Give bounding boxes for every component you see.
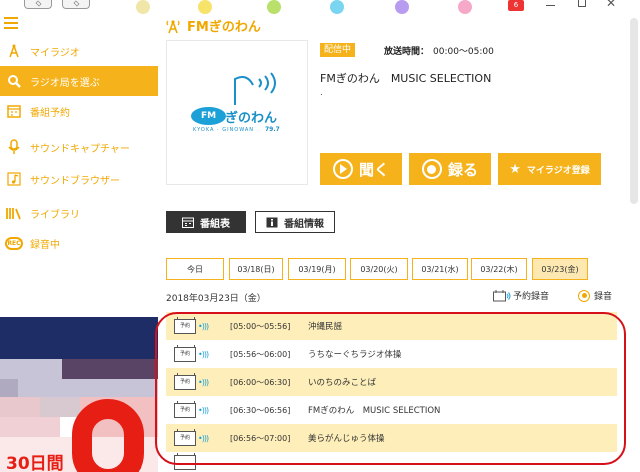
minimize-icon[interactable] — [546, 5, 555, 6]
maximize-icon[interactable] — [578, 0, 586, 7]
add-my-radio-label: マイラジオ登録 — [526, 165, 590, 176]
logo-subtext: KYOKA · GINOWAN — [193, 127, 255, 133]
date-tab-0319[interactable]: 03/19(月) — [288, 258, 346, 280]
color-dot-3[interactable] — [267, 0, 281, 14]
info-icon — [266, 217, 278, 227]
color-dot-6[interactable] — [458, 0, 472, 14]
music-note-icon — [234, 72, 276, 105]
reserve-icon — [493, 289, 511, 301]
record-label: 録る — [447, 160, 478, 179]
date-tab-0321[interactable]: 03/21(水) — [412, 258, 468, 280]
date-heading: 2018年03月23日（金） — [166, 294, 266, 304]
legend-record-label: 録音 — [594, 292, 613, 302]
close-icon[interactable]: ✕ — [606, 0, 616, 10]
sidebar-item-label: ライブラリ — [30, 209, 80, 221]
legend-record: 録音 — [578, 289, 612, 302]
sidebar-item-label: 録音中 — [30, 239, 60, 251]
ad-image — [0, 317, 158, 359]
current-program-description: . — [320, 88, 323, 98]
date-tab-0318[interactable]: 03/18(日) — [229, 258, 283, 280]
ad-yen-text: 円 — [128, 456, 142, 472]
selection-highlight — [155, 312, 626, 465]
notification-badge[interactable]: 6 — [508, 0, 524, 11]
library-icon — [0, 206, 28, 220]
sidebar-item-my-radio[interactable]: マイラジオ — [0, 36, 158, 66]
date-tab-today[interactable]: 今日 — [166, 258, 224, 280]
sidebar-item-label: マイラジオ — [30, 47, 80, 59]
station-header: FMぎのわん — [165, 16, 261, 35]
app-window: 6 ✕ マイラジオ ラジオ局を選ぶ 番組予約 サウンドキャプチャー サウンドブラ… — [0, 0, 640, 472]
back-icon — [35, 0, 42, 7]
sidebar-item-library[interactable]: ライブラリ — [0, 198, 158, 228]
live-badge: 配信中 — [320, 43, 356, 57]
sidebar-item-sound-capture[interactable]: サウンドキャプチャー — [0, 132, 158, 162]
play-icon — [332, 159, 353, 179]
microphone-icon — [0, 139, 28, 155]
date-tab-0320[interactable]: 03/20(火) — [350, 258, 408, 280]
tab-schedule-label: 番組表 — [200, 218, 230, 230]
listen-button[interactable]: 聞く — [320, 153, 402, 185]
tab-schedule[interactable]: 番組表 — [166, 211, 246, 233]
legend-reserve-label: 予約録音 — [513, 292, 550, 302]
date-tab-0322[interactable]: 03/22(木) — [471, 258, 527, 280]
back-button[interactable] — [24, 0, 52, 9]
logo-frequency: 79.7 — [265, 126, 280, 133]
antenna-icon — [166, 19, 180, 33]
tab-program-info[interactable]: 番組情報 — [255, 211, 335, 233]
record-button[interactable]: 録る — [409, 153, 491, 185]
station-name: FMぎのわん — [187, 20, 261, 35]
star-icon: ★ — [509, 161, 521, 177]
rec-icon: REC — [5, 236, 23, 250]
logo-text: ぎのわん — [225, 111, 278, 126]
title-bar: 6 ✕ — [0, 0, 640, 14]
color-dot-2[interactable] — [198, 0, 212, 14]
sidebar-item-label: ラジオ局を選ぶ — [30, 77, 100, 89]
calendar-icon — [0, 104, 28, 118]
scrollbar[interactable] — [628, 14, 640, 472]
record-icon — [578, 289, 590, 302]
legend-reserve: 予約録音 — [493, 289, 549, 302]
menu-icon[interactable] — [4, 17, 18, 32]
forward-icon — [73, 0, 80, 7]
color-dot-4[interactable] — [330, 0, 344, 14]
current-program-title: FMぎのわん MUSIC SELECTION — [320, 72, 492, 85]
sidebar-item-label: サウンドブラウザー — [30, 175, 120, 187]
antenna-icon — [0, 44, 28, 58]
sidebar-item-sound-browser[interactable]: サウンドブラウザー — [0, 164, 158, 194]
sidebar-item-reservation[interactable]: 番組予約 — [0, 96, 158, 126]
search-icon — [0, 74, 28, 88]
music-note-icon — [0, 172, 28, 186]
record-icon — [421, 159, 442, 179]
add-my-radio-button[interactable]: ★ マイラジオ登録 — [498, 153, 601, 185]
sidebar-item-label: サウンドキャプチャー — [30, 143, 130, 155]
logo-fm-mark: FM — [191, 107, 226, 125]
ad-days-text: 30日間 — [6, 454, 64, 472]
sidebar-item-recording[interactable]: REC 録音中 — [0, 228, 158, 258]
station-logo: FM ぎのわん KYOKA · GINOWAN 79.7 — [166, 40, 308, 185]
airtime-value: 00:00〜05:00 — [433, 47, 494, 57]
sidebar-item-label: 番組予約 — [30, 107, 70, 119]
sidebar-item-choose-station[interactable]: ラジオ局を選ぶ — [0, 66, 158, 96]
airtime-label: 放送時間： — [384, 47, 430, 57]
color-dot-1[interactable] — [136, 0, 150, 14]
calendar-icon — [182, 217, 194, 228]
color-dot-5[interactable] — [395, 0, 409, 14]
listen-label: 聞く — [358, 160, 389, 179]
forward-button[interactable] — [62, 0, 90, 9]
scrollbar-thumb[interactable] — [630, 18, 638, 204]
tab-program-info-label: 番組情報 — [284, 218, 324, 230]
date-tab-0323[interactable]: 03/23(金) — [532, 258, 588, 280]
ad-banner[interactable]: 30日間 円 — [0, 317, 158, 472]
